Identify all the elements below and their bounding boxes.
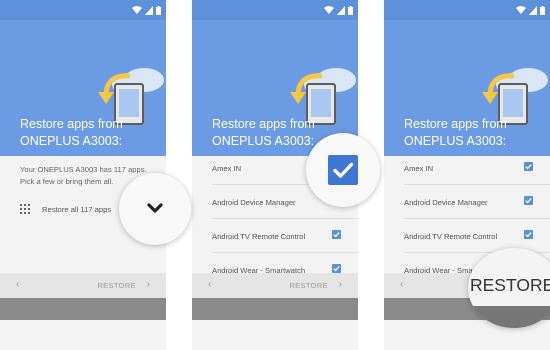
back-chevron-icon[interactable]: ‹ bbox=[400, 279, 403, 290]
app-list-item[interactable]: Android TV Remote Control bbox=[212, 220, 358, 253]
checkmark-icon bbox=[525, 164, 532, 170]
restore-button[interactable]: RESTORE bbox=[97, 281, 136, 290]
navigation-bar bbox=[0, 298, 166, 320]
app-list-item[interactable]: Android TV Remote Control bbox=[404, 220, 550, 253]
checkmark-icon bbox=[525, 198, 532, 204]
checkmark-icon bbox=[525, 232, 532, 238]
app-name: Android Device Manager bbox=[404, 198, 488, 207]
wifi-icon bbox=[516, 6, 526, 14]
app-checkbox[interactable] bbox=[332, 230, 341, 239]
signal-icon bbox=[145, 5, 153, 15]
header: Restore apps from ONEPLUS A3003: bbox=[384, 20, 550, 156]
header: Restore apps from ONEPLUS A3003: bbox=[0, 20, 166, 156]
navigation-bar-zoomed bbox=[468, 306, 550, 328]
battery-icon bbox=[348, 5, 353, 15]
status-bar bbox=[192, 0, 358, 20]
restore-button[interactable]: RESTORE bbox=[289, 281, 328, 290]
header-title-line1: Restore apps from bbox=[404, 117, 507, 131]
bottom-bar: ‹ RESTORE › bbox=[192, 273, 358, 298]
battery-icon bbox=[156, 5, 161, 15]
app-name: Android Device Manager bbox=[212, 198, 296, 207]
back-chevron-icon[interactable]: ‹ bbox=[16, 279, 19, 290]
checkbox-callout bbox=[306, 133, 380, 207]
status-bar bbox=[0, 0, 166, 20]
app-name: Amex IN bbox=[404, 164, 434, 173]
restore-all-label: Restore all 117 apps bbox=[42, 204, 112, 214]
app-checkbox[interactable] bbox=[332, 264, 341, 273]
signal-icon bbox=[529, 5, 537, 15]
apps-grid-icon bbox=[20, 204, 30, 214]
app-name: Amex IN bbox=[212, 164, 242, 173]
app-checkbox[interactable] bbox=[524, 196, 533, 205]
header-title-line1: Restore apps from bbox=[212, 117, 315, 131]
app-list-item[interactable]: Android Device Manager bbox=[404, 186, 550, 219]
wifi-icon bbox=[324, 6, 334, 14]
next-chevron-icon[interactable]: › bbox=[339, 279, 342, 290]
app-checkbox[interactable] bbox=[524, 230, 533, 239]
app-list-item[interactable]: Amex IN bbox=[404, 152, 550, 185]
app-name: Android TV Remote Control bbox=[212, 232, 306, 241]
checkmark-icon bbox=[333, 162, 354, 178]
header-title-line2: ONEPLUS A3003: bbox=[404, 134, 507, 148]
restore-callout: RESTORE bbox=[468, 248, 550, 328]
navigation-bar bbox=[192, 298, 358, 320]
header-title-line1: Restore apps from bbox=[20, 117, 123, 131]
wifi-icon bbox=[132, 6, 142, 14]
next-chevron-icon[interactable]: › bbox=[147, 279, 150, 290]
app-name: Android TV Remote Control bbox=[404, 232, 498, 241]
status-bar bbox=[384, 0, 550, 20]
checkmark-icon bbox=[333, 266, 340, 272]
checkmark-icon bbox=[333, 232, 340, 238]
dropdown-callout bbox=[119, 173, 191, 245]
app-checkbox[interactable] bbox=[524, 162, 533, 171]
restore-button-zoomed[interactable]: RESTORE bbox=[470, 275, 550, 296]
header-title-line2: ONEPLUS A3003: bbox=[20, 134, 123, 148]
back-chevron-icon[interactable]: ‹ bbox=[208, 279, 211, 290]
bottom-bar: ‹ RESTORE › bbox=[0, 273, 166, 298]
battery-icon bbox=[540, 5, 545, 15]
signal-icon bbox=[337, 5, 345, 15]
checked-checkbox[interactable] bbox=[328, 155, 358, 185]
chevron-down-icon[interactable] bbox=[119, 173, 191, 245]
